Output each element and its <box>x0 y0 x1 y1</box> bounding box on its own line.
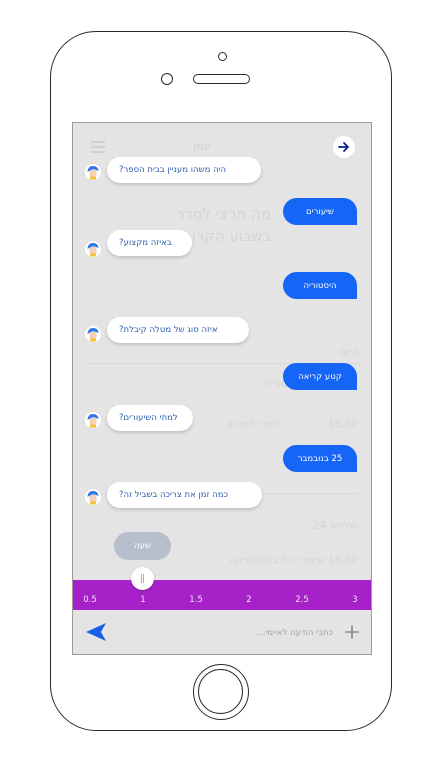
background-header: יומן <box>193 139 211 153</box>
slider-tick: 0.5 <box>83 595 97 605</box>
plus-icon[interactable] <box>344 624 360 640</box>
background-row: שלישי 24 <box>312 519 357 532</box>
slider-tick: 1 <box>140 595 146 605</box>
arrow-right-icon <box>338 142 349 152</box>
bot-avatar <box>84 488 102 506</box>
user-message: קטע קריאה <box>283 363 357 390</box>
hours-slider[interactable]: 0.5 1 1.5 2 2.5 3 <box>73 580 371 610</box>
next-button[interactable] <box>333 136 355 158</box>
background-line1: מה תרצי לסדר <box>175 205 271 223</box>
bot-avatar <box>84 411 102 429</box>
bot-message: איזה סוג של מטלה קיבלת? <box>107 317 249 343</box>
user-message: שיעורים <box>283 198 357 225</box>
message-input[interactable] <box>133 624 333 642</box>
background-row: 14:30 שיעורי בית במתמטיקה <box>229 555 357 566</box>
speaker-grille <box>193 74 250 84</box>
bot-message: למתי השיעורים? <box>107 405 193 431</box>
bot-avatar <box>84 240 102 258</box>
message-composer <box>73 610 371 654</box>
send-icon[interactable] <box>85 622 107 642</box>
camera-icon <box>218 52 227 61</box>
sensor-icon <box>161 73 173 85</box>
slider-tick: 3 <box>352 595 358 605</box>
bot-avatar <box>84 325 102 343</box>
slider-tick: 2.5 <box>295 595 309 605</box>
slider-thumb[interactable] <box>131 567 154 590</box>
bot-message: באיזה מקצוע? <box>107 230 192 256</box>
background-row: 18:30 <box>328 419 357 430</box>
bot-message: היה משהו מעניין בבית הספר? <box>107 157 261 183</box>
slider-tick: 2 <box>246 595 252 605</box>
draft-answer-bubble: שעה <box>114 532 171 560</box>
slider-tick: 1.5 <box>189 595 203 605</box>
menu-icon <box>91 141 105 156</box>
background-row: לימוד למבחן <box>227 419 281 430</box>
home-button[interactable] <box>193 664 249 720</box>
background-row: היום <box>339 345 359 358</box>
user-message: 25 בנובמבר <box>283 445 357 472</box>
bot-message: כמה זמן את צריכה בשביל זה? <box>107 482 262 508</box>
app-screen: יומן מה תרצי לסדר בשבוע הקרוב? היום שיעו… <box>72 122 372 655</box>
bot-avatar <box>84 163 102 181</box>
user-message: היסטוריה <box>283 272 357 299</box>
